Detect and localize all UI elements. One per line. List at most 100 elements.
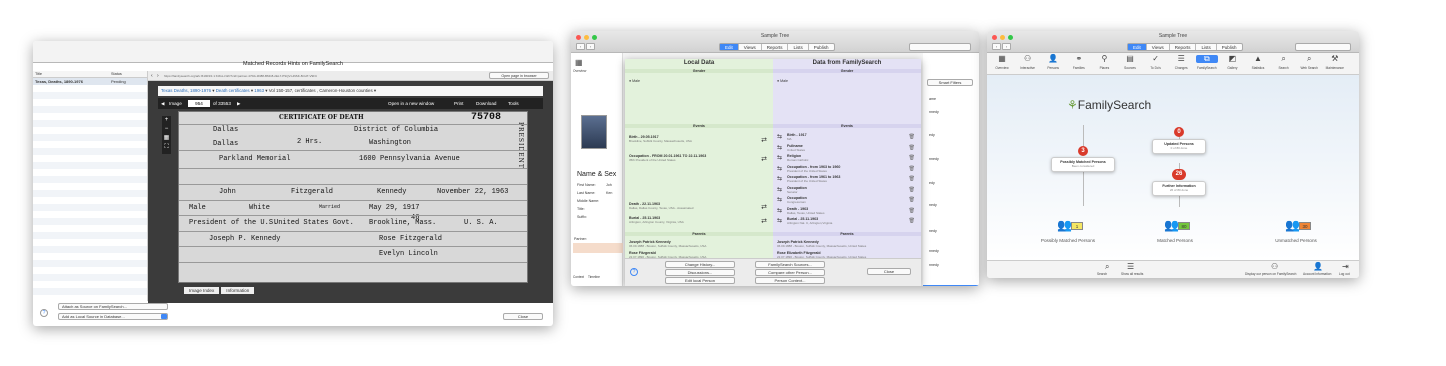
tab-lists[interactable]: Lists <box>788 44 809 50</box>
transfer-arrow-icon[interactable]: ⇄ <box>761 203 767 211</box>
person-row-3[interactable]: nnedy <box>929 157 939 161</box>
crumb-collection[interactable]: Texas Deaths, 1890-1976 <box>161 88 211 93</box>
search-icon[interactable]: ⌕ <box>1273 55 1295 63</box>
next-image-icon[interactable]: ▶ <box>237 98 241 109</box>
tab-reports[interactable]: Reports <box>762 44 789 50</box>
discussions-button[interactable]: Discussions... <box>665 269 735 276</box>
tab-edit[interactable]: Edit <box>720 44 739 50</box>
fs-event-row[interactable]: ⇆ Burial - 25.11.1963 Arlington Nat. C, Ar… <box>777 217 917 227</box>
transfer-arrow-icon[interactable]: ⇄ <box>761 136 767 144</box>
trash-icon[interactable]: 🗑 <box>909 166 915 172</box>
trash-icon[interactable]: 🗑 <box>909 155 915 161</box>
zoom-in-icon[interactable]: + <box>162 116 171 125</box>
prev-image-icon[interactable]: ◀ <box>161 98 165 109</box>
tools-link[interactable]: Tools <box>508 98 519 109</box>
back-button[interactable]: ‹ <box>992 43 1001 50</box>
transfer-arrow-icon[interactable]: ⇆ <box>777 175 782 182</box>
overview-icon[interactable]: ▦ <box>575 59 583 67</box>
families-icon[interactable]: ⚭ <box>1068 55 1090 63</box>
trash-icon[interactable]: 🗑 <box>909 197 915 203</box>
information-tab[interactable]: Information <box>221 287 255 294</box>
tab-lists[interactable]: Lists <box>1196 44 1217 50</box>
fullscreen-icon[interactable]: ⛶ <box>162 143 171 152</box>
change-history-button[interactable]: Change History... <box>665 261 735 268</box>
attach-source-button[interactable]: Attach as Source on FamilySearch... <box>58 303 168 310</box>
selected-person-row[interactable]: edy <box>923 285 979 286</box>
fs-event-row[interactable]: ⇆ Occupation Senator 🗑 <box>777 186 917 196</box>
grid-icon[interactable]: ▦ <box>162 134 171 143</box>
context-tab[interactable]: Context <box>573 275 584 279</box>
forward-icon[interactable]: › <box>157 73 159 79</box>
web-search-icon[interactable]: ⌕ <box>1298 55 1320 63</box>
timeline-tab[interactable]: Timeline <box>588 275 600 279</box>
fs-event-row[interactable]: ⇆ Occupation - from 1963 to 1960 President… <box>777 165 917 175</box>
transfer-arrow-icon[interactable]: ⇆ <box>777 154 782 161</box>
trash-icon[interactable]: 🗑 <box>909 145 915 151</box>
fs-event-row[interactable]: ⇆ Occupation Congressman 🗑 <box>777 196 917 206</box>
fs-event-row[interactable]: ⇆ Religion Roman Catholic 🗑 <box>777 154 917 164</box>
fs-event-row[interactable]: ⇆ Birth - 1917 MA 🗑 <box>777 133 917 143</box>
partner-row[interactable] <box>573 243 623 253</box>
persons-icon[interactable]: 👤 <box>1042 55 1064 63</box>
fs-event-row[interactable]: ⇆ Fullname United States 🗑 <box>777 144 917 154</box>
interactive-icon[interactable]: ⚇ <box>1017 55 1039 63</box>
crumb-type[interactable]: Death certificates <box>216 88 250 93</box>
local-event-row[interactable]: Burial - 25.11.1963 Arlington, Arlington … <box>629 216 769 228</box>
transfer-arrow-icon[interactable]: ⇆ <box>777 165 782 172</box>
possibly-matched-card[interactable]: Possibly Matched Persons Been considered <box>1051 157 1115 172</box>
download-link[interactable]: Download <box>476 98 496 109</box>
trash-icon[interactable]: 🗑 <box>909 134 915 140</box>
to-do-s-icon[interactable]: ✓ <box>1145 55 1167 63</box>
gallery-icon[interactable]: ◩ <box>1221 55 1243 63</box>
parent-row[interactable]: Joseph Patrick Kennedy 06.09.1888 - Bosto… <box>629 240 769 250</box>
transfer-arrow-icon[interactable]: ⇆ <box>777 186 782 193</box>
forward-button[interactable]: › <box>586 43 595 50</box>
person-row-8[interactable]: nnedy <box>929 263 939 267</box>
person-row-4[interactable]: edy <box>929 181 935 185</box>
tab-publish[interactable]: Publish <box>809 44 834 50</box>
person-row-2[interactable]: edy <box>929 133 935 137</box>
tab-views[interactable]: Views <box>739 44 762 50</box>
person-row-5[interactable]: nedy <box>929 203 937 207</box>
transfer-arrow-icon[interactable]: ⇆ <box>777 133 782 140</box>
trash-icon[interactable]: 🗑 <box>909 208 915 214</box>
zoom-out-icon[interactable]: − <box>162 125 171 134</box>
info-icon[interactable]: ? <box>630 268 638 276</box>
fs-event-row[interactable]: ⇆ Death - 1963 Dallas, Texas, United State… <box>777 207 917 217</box>
person-context-button[interactable]: Person Context... <box>755 277 825 284</box>
logout-icon[interactable]: ⇥ <box>1342 263 1349 271</box>
back-button[interactable]: ‹ <box>576 43 585 50</box>
crumb-year[interactable]: 1963 <box>254 88 264 93</box>
add-local-source-select[interactable]: Add as Local Source in Database... <box>58 313 168 320</box>
smart-filters-button[interactable]: Smart Filters <box>927 79 973 86</box>
local-event-row[interactable]: Death - 22.11.1963 Dallas, Dallas County,… <box>629 202 769 214</box>
open-new-window-link[interactable]: Open in a new window <box>388 98 434 109</box>
hint-row[interactable]: Texas, Deaths, 1890-1976 Pending <box>33 78 147 85</box>
updated-persons-card[interactable]: Updated Persons 0 of 80 done <box>1152 139 1206 154</box>
print-link[interactable]: Print <box>454 98 463 109</box>
trash-icon[interactable]: 🗑 <box>909 218 915 224</box>
transfer-arrow-icon[interactable]: ⇆ <box>777 196 782 203</box>
maintenance-icon[interactable]: ⚒ <box>1324 55 1346 63</box>
close-button[interactable]: Close <box>867 268 911 275</box>
parent-row[interactable]: Joseph Patrick Kennedy 06.09.1888 - Bosto… <box>777 240 917 250</box>
close-button[interactable]: Close <box>503 313 543 320</box>
image-index-tab[interactable]: Image Index <box>184 287 220 294</box>
back-icon[interactable]: ‹ <box>151 73 153 79</box>
trash-icon[interactable]: 🗑 <box>909 187 915 193</box>
compare-other-button[interactable]: Compare other Person... <box>755 269 825 276</box>
tab-views[interactable]: Views <box>1147 44 1170 50</box>
open-page-button[interactable]: Open page in browser <box>489 72 549 79</box>
person-row-1[interactable]: nnedy <box>929 110 939 114</box>
further-information-card[interactable]: Further Information 26 of 80 done <box>1152 181 1206 196</box>
edit-local-button[interactable]: Edit local Person <box>665 277 735 284</box>
places-icon[interactable]: ⚲ <box>1093 55 1115 63</box>
changes-icon[interactable]: ☰ <box>1170 55 1192 63</box>
toolbar-right-controls[interactable] <box>909 43 971 51</box>
transfer-arrow-icon[interactable]: ⇆ <box>777 207 782 214</box>
url-field[interactable]: https://familysearch.org/ark:/61903/1:1:… <box>164 74 317 78</box>
tab-reports[interactable]: Reports <box>1170 44 1197 50</box>
familysearch-icon[interactable]: ⧉ <box>1195 55 1218 63</box>
transfer-arrow-icon[interactable]: ⇄ <box>761 155 767 163</box>
account-icon[interactable]: 👤 <box>1313 263 1323 271</box>
